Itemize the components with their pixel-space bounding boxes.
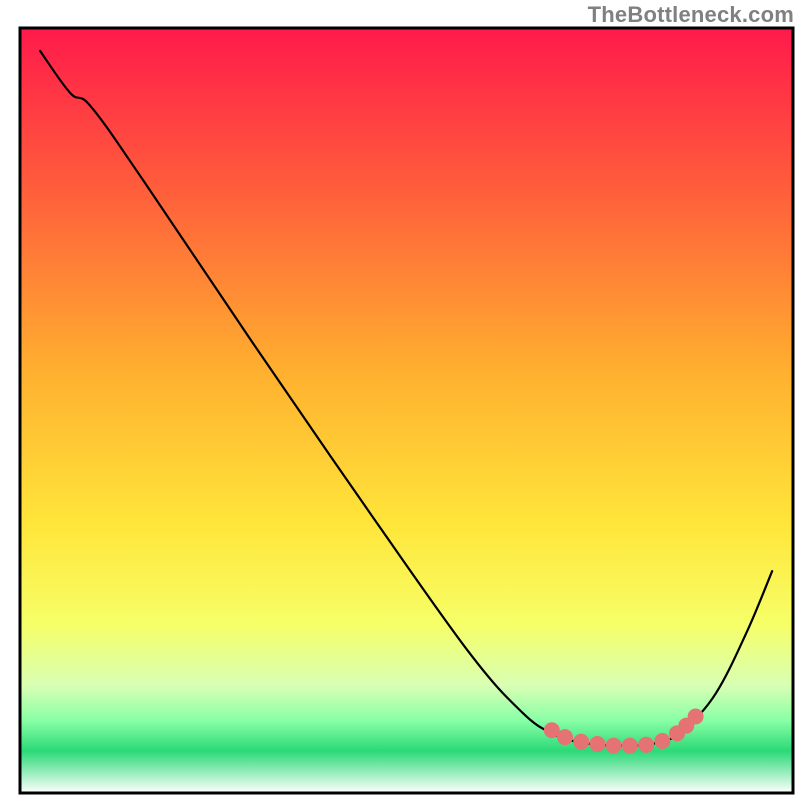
- plot-background: [20, 28, 793, 793]
- marker-dot: [688, 709, 704, 725]
- attribution-watermark: TheBottleneck.com: [588, 2, 794, 28]
- chart-figure: TheBottleneck.com: [0, 0, 800, 800]
- marker-dot: [589, 736, 605, 752]
- chart-canvas: [0, 0, 800, 800]
- marker-dot: [622, 738, 638, 754]
- marker-dot: [573, 734, 589, 750]
- marker-dot: [606, 738, 622, 754]
- marker-dot: [638, 737, 654, 753]
- marker-dot: [654, 733, 670, 749]
- marker-dot: [557, 729, 573, 745]
